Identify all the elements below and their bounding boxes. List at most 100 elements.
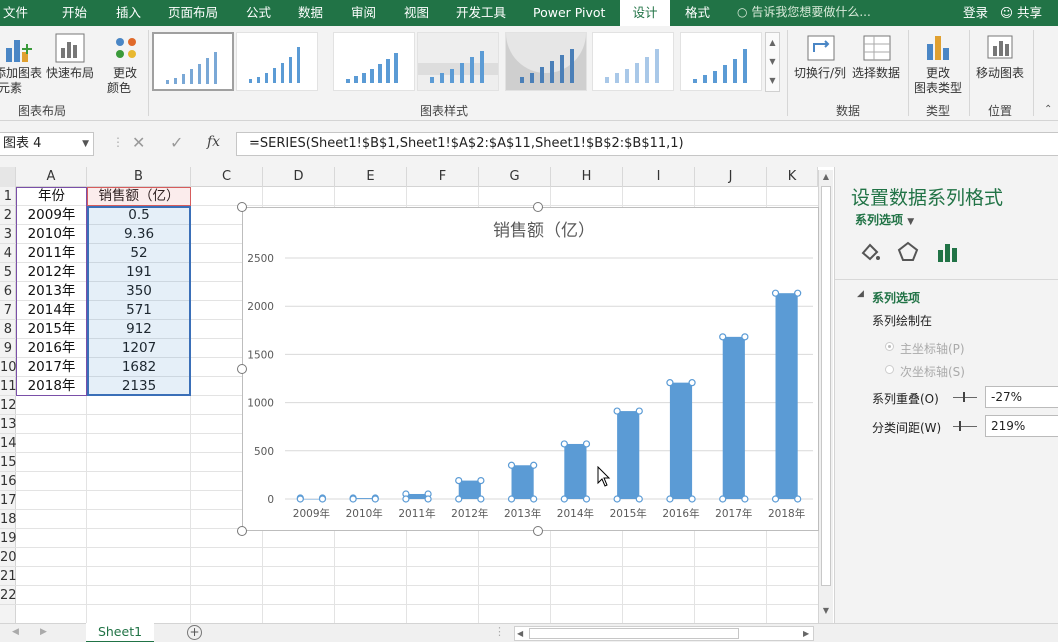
cell-year[interactable]: 2012年 bbox=[16, 263, 87, 282]
collapse-ribbon-icon[interactable]: ⌃ bbox=[1044, 104, 1052, 115]
scroll-left-icon[interactable]: ◀ bbox=[517, 627, 523, 640]
section-series-options[interactable]: 系列选项 bbox=[872, 289, 920, 306]
series-options-dropdown[interactable]: 系列选项 ▼ bbox=[855, 211, 914, 228]
scroll-up-icon[interactable]: ▲ bbox=[766, 33, 779, 52]
menu-insert[interactable]: 插入 bbox=[116, 0, 141, 26]
column-header-k[interactable]: K bbox=[767, 167, 818, 187]
menu-developer[interactable]: 开发工具 bbox=[456, 0, 506, 26]
row-header[interactable]: 21 bbox=[0, 567, 17, 586]
menu-page-layout[interactable]: 页面布局 bbox=[168, 0, 218, 26]
row-header[interactable]: 16 bbox=[0, 472, 17, 491]
chevron-down-icon[interactable]: ▼ bbox=[82, 133, 89, 155]
row-header[interactable]: 7 bbox=[0, 301, 16, 320]
menu-review[interactable]: 审阅 bbox=[351, 0, 376, 26]
cell-sales[interactable]: 1207 bbox=[87, 339, 191, 358]
row-header[interactable]: 5 bbox=[0, 263, 16, 282]
cell-sales[interactable]: 0.5 bbox=[87, 206, 191, 225]
column-header-h[interactable]: H bbox=[551, 167, 623, 187]
menu-power-pivot[interactable]: Power Pivot bbox=[533, 0, 605, 26]
row-header[interactable]: 10 bbox=[0, 358, 17, 377]
cell-year[interactable]: 2010年 bbox=[16, 225, 87, 244]
sheet-tab-sheet1[interactable]: Sheet1 bbox=[86, 623, 154, 642]
cell-sales[interactable]: 2135 bbox=[87, 377, 191, 396]
gap-width-slider[interactable] bbox=[953, 426, 977, 427]
select-all-corner[interactable] bbox=[0, 167, 16, 187]
switch-row-column-button[interactable]: 切换行/列 bbox=[792, 26, 850, 96]
row-header[interactable]: 8 bbox=[0, 320, 16, 339]
cell-year[interactable]: 2009年 bbox=[16, 206, 87, 225]
column-header-g[interactable]: G bbox=[479, 167, 551, 187]
cell-year[interactable]: 2018年 bbox=[16, 377, 87, 396]
series-overlap-slider-thumb[interactable] bbox=[963, 392, 965, 402]
gap-width-slider-thumb[interactable] bbox=[959, 421, 961, 431]
horizontal-scroll-thumb[interactable] bbox=[529, 628, 739, 639]
cell-sales[interactable]: 191 bbox=[87, 263, 191, 282]
gap-width-input[interactable]: 219% bbox=[985, 415, 1058, 437]
vertical-scroll-thumb[interactable] bbox=[821, 186, 831, 586]
row-header[interactable]: 18 bbox=[0, 510, 17, 529]
row-header[interactable]: 22 bbox=[0, 586, 17, 605]
row-header[interactable]: 17 bbox=[0, 491, 17, 510]
formula-input[interactable]: =SERIES(Sheet1!$B$1,Sheet1!$A$2:$A$11,Sh… bbox=[236, 132, 1058, 156]
chart-style-3[interactable] bbox=[333, 32, 415, 91]
cell-sales[interactable]: 52 bbox=[87, 244, 191, 263]
chart-object[interactable]: 销售额（亿） 0 500 1000 1500 2000 2500 2009年 2010年 2011… bbox=[242, 207, 819, 531]
next-sheet-icon[interactable]: ▶ bbox=[40, 627, 47, 637]
more-styles-icon[interactable]: ▼ bbox=[766, 71, 779, 90]
menu-design[interactable]: 设计 bbox=[620, 0, 670, 27]
scroll-down-arrow-icon[interactable]: ▼ bbox=[819, 606, 833, 615]
cell-sales[interactable]: 9.36 bbox=[87, 225, 191, 244]
primary-axis-radio[interactable] bbox=[885, 342, 894, 351]
cell-b1-header[interactable]: 销售额（亿） bbox=[87, 187, 191, 206]
cell-sales[interactable]: 571 bbox=[87, 301, 191, 320]
column-header-i[interactable]: I bbox=[623, 167, 695, 187]
row-header[interactable]: 12 bbox=[0, 396, 17, 415]
cell-year[interactable]: 2011年 bbox=[16, 244, 87, 263]
column-header-d[interactable]: D bbox=[263, 167, 335, 187]
collapse-triangle-icon[interactable]: ◢ bbox=[857, 289, 864, 299]
row-header[interactable]: 9 bbox=[0, 339, 16, 358]
cell-year[interactable]: 2017年 bbox=[16, 358, 87, 377]
series-overlap-slider[interactable] bbox=[953, 397, 977, 398]
column-header-b[interactable]: B bbox=[87, 167, 191, 187]
quick-layout-button[interactable]: 快速布局 bbox=[44, 26, 96, 96]
vertical-scrollbar[interactable]: ▲ ▼ bbox=[818, 170, 833, 623]
row-header[interactable]: 1 bbox=[0, 187, 16, 206]
row-header[interactable]: 6 bbox=[0, 282, 16, 301]
scroll-down-icon[interactable]: ▼ bbox=[766, 52, 779, 71]
add-sheet-icon[interactable]: + bbox=[187, 625, 202, 640]
menu-format[interactable]: 格式 bbox=[685, 0, 710, 26]
column-header-e[interactable]: E bbox=[335, 167, 407, 187]
chart-style-6[interactable] bbox=[592, 32, 674, 91]
cell-year[interactable]: 2013年 bbox=[16, 282, 87, 301]
cell-sales[interactable]: 350 bbox=[87, 282, 191, 301]
resize-handle-bottom-middle[interactable] bbox=[533, 526, 543, 536]
move-chart-button[interactable]: 移动图表 bbox=[972, 26, 1030, 96]
row-header[interactable]: 14 bbox=[0, 434, 17, 453]
horizontal-scrollbar[interactable]: ◀ ▶ bbox=[514, 626, 814, 641]
name-box[interactable]: 图表 4 ▼ bbox=[0, 132, 94, 156]
select-data-button[interactable]: 选择数据 bbox=[850, 26, 906, 96]
add-chart-element-button[interactable]: 添加图表 元素 bbox=[0, 26, 42, 96]
menu-data[interactable]: 数据 bbox=[298, 0, 323, 26]
fill-line-icon[interactable] bbox=[859, 241, 881, 263]
chart-style-7[interactable] bbox=[680, 32, 762, 91]
effects-icon[interactable] bbox=[897, 241, 919, 263]
resize-handle-bottom-left[interactable] bbox=[237, 526, 247, 536]
cell-year[interactable]: 2016年 bbox=[16, 339, 87, 358]
scroll-up-arrow-icon[interactable]: ▲ bbox=[819, 170, 833, 184]
chart-plot[interactable]: 销售额（亿） 0 500 1000 1500 2000 2500 2009年 2010年 2011… bbox=[243, 208, 818, 530]
row-header[interactable]: 13 bbox=[0, 415, 17, 434]
cell-a1-header[interactable]: 年份 bbox=[16, 187, 87, 206]
chart-style-2[interactable] bbox=[236, 32, 318, 91]
enter-icon[interactable]: ✓ bbox=[170, 133, 183, 152]
drag-handle-icon[interactable]: ⋮ bbox=[112, 135, 124, 153]
resize-handle-top-middle[interactable] bbox=[533, 202, 543, 212]
column-header-j[interactable]: J bbox=[695, 167, 767, 187]
cell-sales[interactable]: 912 bbox=[87, 320, 191, 339]
menu-file[interactable]: 文件 bbox=[3, 0, 28, 26]
menu-view[interactable]: 视图 bbox=[404, 0, 429, 26]
chart-style-5[interactable] bbox=[505, 0, 587, 91]
row-header[interactable]: 2 bbox=[0, 206, 16, 225]
change-color-button[interactable]: 更改 颜色 bbox=[104, 26, 148, 96]
